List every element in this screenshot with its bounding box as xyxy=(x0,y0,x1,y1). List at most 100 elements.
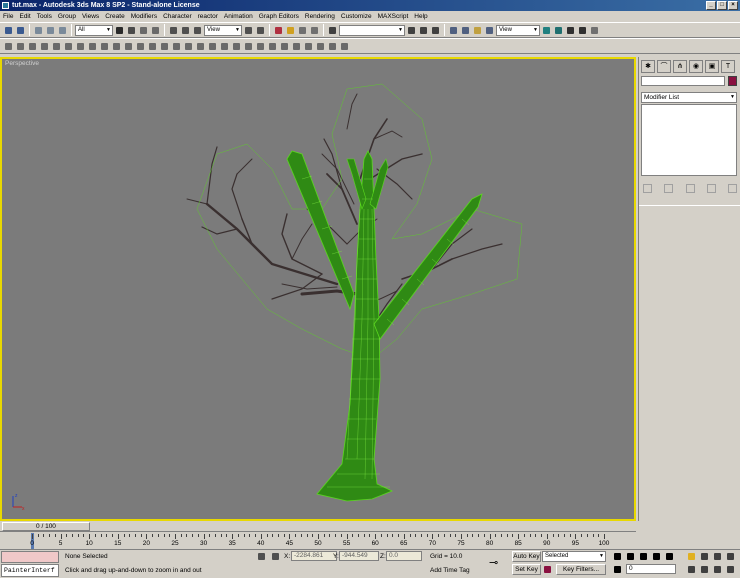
auto-key-button[interactable]: Auto Key xyxy=(512,551,541,562)
render-view-select[interactable]: View xyxy=(496,24,540,36)
spinner-snap-icon[interactable] xyxy=(309,25,320,36)
key-set-select[interactable]: Selected xyxy=(542,551,606,562)
curve-editor-icon[interactable] xyxy=(448,25,459,36)
maximize-viewport-icon[interactable] xyxy=(725,564,736,575)
motion-tab-icon[interactable]: ◉ xyxy=(689,60,703,73)
selection-filter-select[interactable]: All xyxy=(75,24,113,36)
constraint-solver-icon[interactable] xyxy=(159,41,170,52)
menu-customize[interactable]: Customize xyxy=(341,13,372,20)
render-type-icon[interactable] xyxy=(577,25,588,36)
rb-collection-icon[interactable] xyxy=(3,41,14,52)
absolute-mode-icon[interactable] xyxy=(270,551,281,562)
menu-maxscript[interactable]: MAXScript xyxy=(378,13,409,20)
menu-edit[interactable]: Edit xyxy=(19,13,30,20)
percent-snap-icon[interactable] xyxy=(297,25,308,36)
soft-body-modifier-icon[interactable] xyxy=(267,41,278,52)
wind-icon[interactable] xyxy=(111,41,122,52)
create-animation-icon[interactable] xyxy=(327,41,338,52)
menu-rendering[interactable]: Rendering xyxy=(305,13,335,20)
modifier-list-select[interactable]: Modifier List xyxy=(641,92,737,103)
lock-selection-icon[interactable] xyxy=(256,551,267,562)
menu-tools[interactable]: Tools xyxy=(37,13,52,20)
schematic-view-icon[interactable] xyxy=(460,25,471,36)
quick-render-icon[interactable] xyxy=(541,25,552,36)
render-last-icon[interactable] xyxy=(553,25,564,36)
next-frame-icon[interactable] xyxy=(651,551,662,562)
undo-scene-icon[interactable] xyxy=(589,25,600,36)
toy-car-icon[interactable] xyxy=(123,41,134,52)
unlink-icon[interactable] xyxy=(45,25,56,36)
track-bar[interactable]: 0 5 10 15 20 25 30 35 40 45 50 55 60 65 70 75 80 85 90 95 10… xyxy=(0,531,636,549)
material-editor-icon[interactable] xyxy=(472,25,483,36)
preview-animation-icon[interactable] xyxy=(315,41,326,52)
zoom-icon[interactable] xyxy=(686,551,697,562)
menu-reactor[interactable]: reactor xyxy=(198,13,218,20)
minimize-button[interactable]: _ xyxy=(706,1,716,10)
configure-sets-icon[interactable] xyxy=(728,183,737,193)
zoom-all-icon[interactable] xyxy=(699,551,710,562)
menu-animation[interactable]: Animation xyxy=(224,13,253,20)
maximize-button[interactable]: □ xyxy=(717,1,727,10)
select-object-icon[interactable] xyxy=(114,25,125,36)
convex-hull-icon[interactable] xyxy=(339,41,350,52)
zoom-extents-icon[interactable] xyxy=(712,551,723,562)
manipulate-icon[interactable] xyxy=(255,25,266,36)
zoom-extents-all-icon[interactable] xyxy=(725,551,736,562)
x-coordinate-field[interactable]: -2284.861 xyxy=(291,551,337,561)
redo-icon[interactable] xyxy=(15,25,26,36)
menu-modifiers[interactable]: Modifiers xyxy=(131,13,157,20)
rotate-icon[interactable] xyxy=(180,25,191,36)
properties-icon[interactable] xyxy=(291,41,302,52)
remove-modifier-icon[interactable] xyxy=(706,183,716,193)
named-selection-sets-select[interactable] xyxy=(339,24,405,36)
y-coordinate-field[interactable]: -944.549 xyxy=(339,551,379,561)
hierarchy-tab-icon[interactable]: ⋔ xyxy=(673,60,687,73)
menu-character[interactable]: Character xyxy=(163,13,192,20)
undo-icon[interactable] xyxy=(3,25,14,36)
modify-tab-icon[interactable]: ⌒ xyxy=(657,60,671,73)
render-setup-icon[interactable] xyxy=(484,25,495,36)
maxscript-mini-listener[interactable]: PainterInterf xyxy=(1,564,59,577)
menu-help[interactable]: Help xyxy=(414,13,427,20)
menu-graph-editors[interactable]: Graph Editors xyxy=(259,13,299,20)
angle-snap-icon[interactable] xyxy=(285,25,296,36)
analyze-world-icon[interactable] xyxy=(303,41,314,52)
rope-collection-icon[interactable] xyxy=(39,41,50,52)
dashpot-icon[interactable] xyxy=(87,41,98,52)
pivot-center-icon[interactable] xyxy=(243,25,254,36)
goto-end-icon[interactable] xyxy=(664,551,675,562)
arc-rotate-icon[interactable] xyxy=(712,564,723,575)
cloth-collection-icon[interactable] xyxy=(15,41,26,52)
ragdoll-icon[interactable] xyxy=(171,41,182,52)
key-filters-button[interactable]: Key Filters... xyxy=(556,564,606,575)
align-icon[interactable] xyxy=(418,25,429,36)
object-name-field[interactable] xyxy=(641,76,725,86)
soft-collection-icon[interactable] xyxy=(27,41,38,52)
menu-file[interactable]: File xyxy=(3,13,13,20)
create-tab-icon[interactable]: ✱ xyxy=(641,60,655,73)
scale-icon[interactable] xyxy=(192,25,203,36)
reference-coordinate-select[interactable]: View xyxy=(204,24,242,36)
water-icon[interactable] xyxy=(147,41,158,52)
rope-modifier-icon[interactable] xyxy=(279,41,290,52)
snap-toggle-icon[interactable] xyxy=(273,25,284,36)
field-of-view-icon[interactable] xyxy=(686,564,697,575)
key-mode-icon[interactable] xyxy=(612,564,623,575)
goto-start-icon[interactable] xyxy=(612,551,623,562)
move-icon[interactable] xyxy=(168,25,179,36)
utilities-tab-icon[interactable]: T xyxy=(721,60,735,73)
maxscript-listener-pink[interactable] xyxy=(1,551,59,563)
previous-frame-icon[interactable] xyxy=(625,551,636,562)
perspective-viewport[interactable]: Perspective z x xyxy=(0,57,636,521)
pan-icon[interactable] xyxy=(699,564,710,575)
motor-icon[interactable] xyxy=(99,41,110,52)
pin-stack-icon[interactable] xyxy=(643,183,652,193)
z-coordinate-field[interactable]: 0.0 xyxy=(386,551,422,561)
activeshade-icon[interactable] xyxy=(565,25,576,36)
car-wheel-icon[interactable] xyxy=(219,41,230,52)
menu-group[interactable]: Group xyxy=(58,13,76,20)
point-point-icon[interactable] xyxy=(195,41,206,52)
plane-icon[interactable] xyxy=(63,41,74,52)
cloth-modifier-icon[interactable] xyxy=(255,41,266,52)
modifier-stack[interactable] xyxy=(641,104,737,176)
